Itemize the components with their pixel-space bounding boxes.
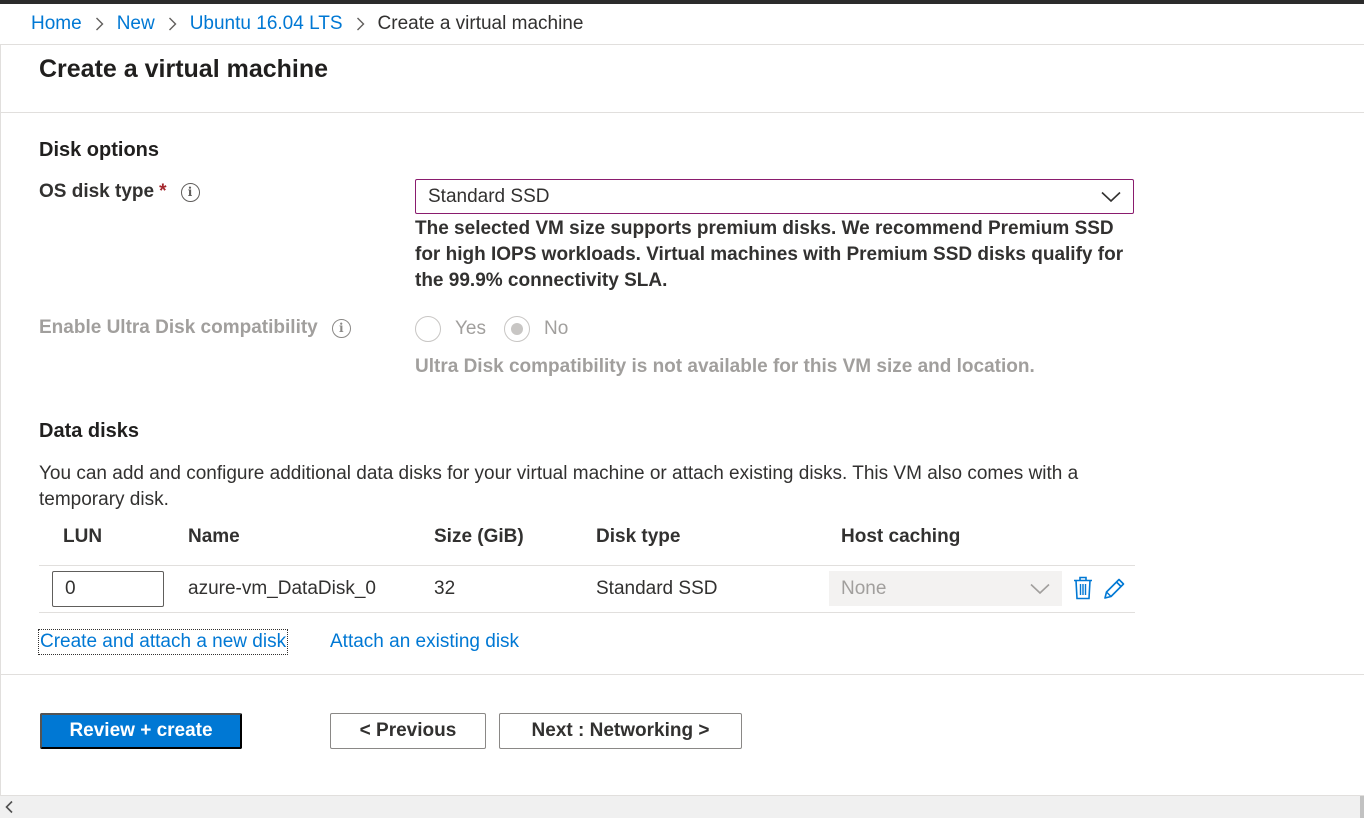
title-divider [1,112,1364,113]
chevron-right-icon [168,17,177,31]
os-disk-type-value: Standard SSD [428,185,550,207]
radio-yes[interactable] [415,316,441,342]
column-name: Name [188,526,240,547]
table-header: LUN Name Size (GiB) Disk type Host cachi… [39,522,1135,566]
page-title: Create a virtual machine [39,55,329,83]
breadcrumb-new[interactable]: New [117,13,155,35]
breadcrumb: Home New Ubuntu 16.04 LTS Create a virtu… [0,4,1364,45]
lun-input[interactable] [52,571,164,607]
horizontal-scrollbar[interactable] [0,795,1364,818]
next-networking-button[interactable]: Next : Networking > [499,713,742,749]
radio-no[interactable] [504,316,530,342]
scrollbar-thumb[interactable] [1360,796,1364,818]
breadcrumb-home[interactable]: Home [31,13,82,35]
radio-no-label: No [544,318,569,339]
info-icon[interactable]: i [331,318,351,338]
host-caching-value: None [841,577,887,599]
delete-icon[interactable] [1073,576,1093,600]
breadcrumb-current: Create a virtual machine [377,13,584,34]
disk-name-cell: azure-vm_DataDisk_0 [188,578,376,599]
info-icon[interactable]: i [180,182,200,202]
column-disk-type: Disk type [596,526,681,547]
ultra-disk-option-yes[interactable]: Yes [415,316,486,342]
disk-options-heading: Disk options [39,139,160,161]
edit-icon[interactable] [1101,576,1127,602]
radio-yes-label: Yes [455,318,486,339]
ultra-disk-radio-group: Yes No [415,316,586,342]
table-row: azure-vm_DataDisk_0 32 Standard SSD None [39,566,1135,613]
column-lun: LUN [63,526,103,547]
chevron-right-icon [356,17,365,31]
disk-type-cell: Standard SSD [596,578,718,599]
data-disks-table: LUN Name Size (GiB) Disk type Host cachi… [39,522,1135,613]
host-caching-select[interactable]: None [829,571,1062,606]
os-disk-type-label-text: OS disk type [39,181,155,202]
data-disks-description: You can add and configure additional dat… [39,463,1079,510]
ultra-disk-label: Enable Ultra Disk compatibility i [39,317,351,339]
os-disk-type-dropdown[interactable]: Standard SSD [415,179,1134,214]
chevron-right-icon [95,17,104,31]
required-marker: * [159,181,167,202]
ultra-disk-option-no[interactable]: No [504,316,568,342]
chevron-down-icon [1101,191,1121,203]
create-vm-panel: Create a virtual machine Disk options OS… [0,45,1364,795]
disk-size-cell: 32 [434,578,456,599]
column-host-caching: Host caching [841,526,961,547]
breadcrumb-ubuntu[interactable]: Ubuntu 16.04 LTS [190,13,343,35]
previous-button[interactable]: < Previous [330,713,486,749]
chevron-down-icon [1030,583,1050,595]
review-create-button[interactable]: Review + create [40,713,242,749]
attach-existing-disk-link[interactable]: Attach an existing disk [330,631,519,653]
create-attach-new-disk-link[interactable]: Create and attach a new disk [37,629,289,655]
footer-divider [1,674,1364,675]
column-size: Size (GiB) [434,526,524,547]
ultra-disk-unavailable-note: Ultra Disk compatibility is not availabl… [415,356,1035,377]
premium-disk-recommendation: The selected VM size supports premium di… [415,218,1124,291]
data-disks-heading: Data disks [39,420,140,442]
os-disk-type-label: OS disk type * i [39,181,200,203]
scroll-left-icon[interactable] [4,800,14,814]
ultra-disk-label-text: Enable Ultra Disk compatibility [39,317,318,338]
